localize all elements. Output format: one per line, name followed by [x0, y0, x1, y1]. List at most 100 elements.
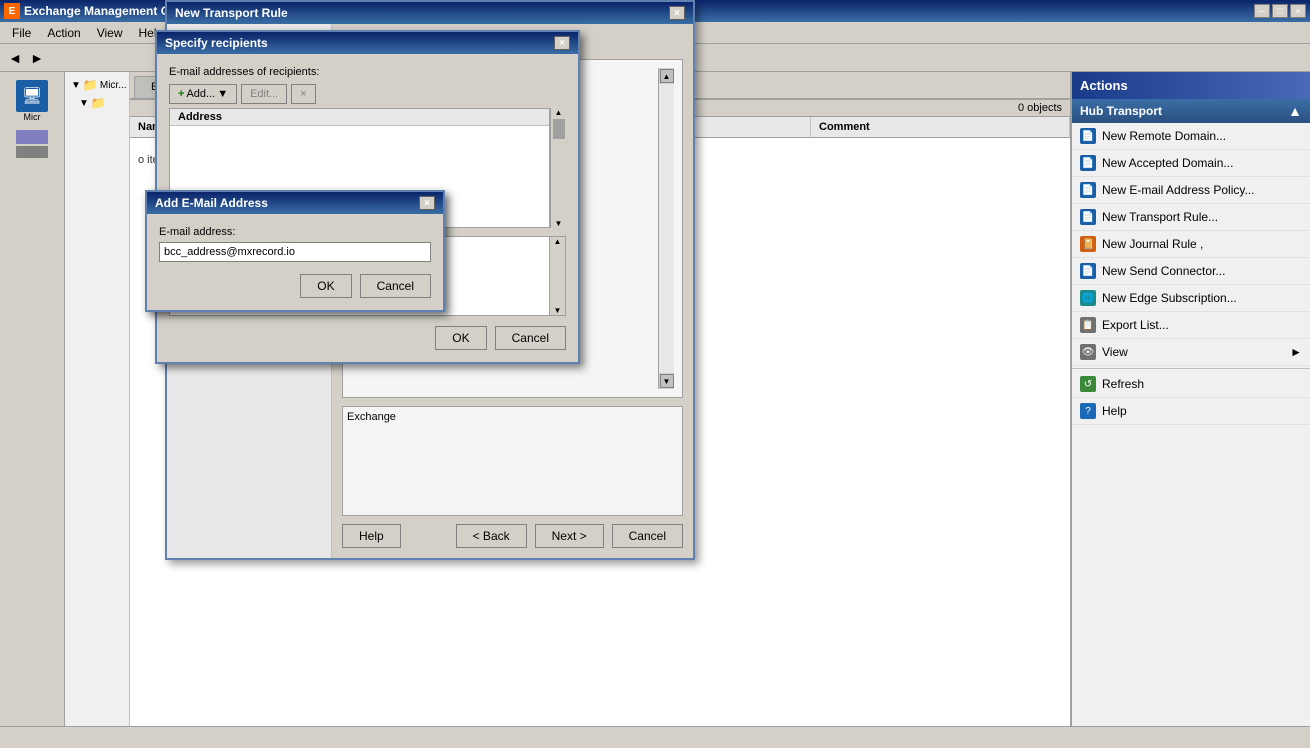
action-view[interactable]: 👁 View ► [1072, 339, 1310, 366]
action-new-accepted-domain-label: New Accepted Domain... [1102, 156, 1233, 170]
title-bar-buttons: ─ □ × [1254, 4, 1306, 18]
back-button[interactable]: ◄ [4, 47, 26, 69]
add-btn-label: Add... [186, 88, 215, 100]
menu-view[interactable]: View [89, 24, 131, 42]
action-new-journal-rule[interactable]: 📔 New Journal Rule , [1072, 231, 1310, 258]
view-icon: 👁 [1080, 344, 1096, 360]
specify-add-button[interactable]: + Add... ▼ [169, 84, 237, 104]
action-export-list-label: Export List... [1102, 318, 1169, 332]
scroll-down-btn[interactable]: ▼ [660, 374, 674, 388]
specify-bottom-scrollbar[interactable]: ▲ ▼ [549, 237, 565, 315]
close-button[interactable]: × [1290, 4, 1306, 18]
email-dialog-close-button[interactable]: × [419, 196, 435, 210]
column-comment: Comment [811, 117, 1070, 137]
email-input-field[interactable] [159, 242, 431, 262]
new-send-connector-icon: 📄 [1080, 263, 1096, 279]
new-accepted-domain-icon: 📄 [1080, 155, 1096, 171]
tree-item-child[interactable]: ▼ 📁 [77, 94, 125, 112]
status-bar [0, 726, 1310, 748]
bottom-scroll-up[interactable]: ▲ [554, 237, 562, 246]
actions-subheader: Hub Transport ▲ [1072, 99, 1310, 123]
specify-toolbar: + Add... ▼ Edit... × [169, 84, 566, 104]
email-field-label: E-mail address: [159, 226, 431, 238]
actions-panel: Actions Hub Transport ▲ 📄 New Remote Dom… [1070, 72, 1310, 726]
action-refresh-label: Refresh [1102, 377, 1144, 391]
address-scrollbar[interactable]: ▲ ▼ [550, 108, 566, 228]
objects-count: 0 objects [1018, 102, 1062, 114]
action-view-label: View [1102, 345, 1128, 359]
action-new-transport-rule[interactable]: 📄 New Transport Rule... [1072, 204, 1310, 231]
specify-ok-button[interactable]: OK [435, 326, 486, 350]
action-new-send-connector[interactable]: 📄 New Send Connector... [1072, 258, 1310, 285]
specify-buttons: OK Cancel [169, 326, 566, 350]
action-new-edge-subscription[interactable]: 🌐 New Edge Subscription... [1072, 285, 1310, 312]
menu-action[interactable]: Action [39, 24, 88, 42]
tree-item-root[interactable]: ▼ 📁 Micr... [69, 76, 125, 94]
action-new-email-policy-label: New E-mail Address Policy... [1102, 183, 1255, 197]
addr-scroll-down[interactable]: ▼ [555, 219, 563, 228]
console-tree: ▼ 📁 Micr... ▼ 📁 [65, 72, 130, 726]
specify-body-label: E-mail addresses of recipients: [169, 66, 566, 78]
scroll-up-btn[interactable]: ▲ [660, 69, 674, 83]
email-ok-button[interactable]: OK [300, 274, 351, 298]
transport-dialog-close-button[interactable]: × [669, 6, 685, 20]
sidebar: 🖥 Micr [0, 72, 65, 726]
action-help[interactable]: ? Help [1072, 398, 1310, 425]
exchange-mention: Exchange [347, 411, 396, 423]
email-dialog-buttons: OK Cancel [159, 274, 431, 298]
action-export-list[interactable]: 📋 Export List... [1072, 312, 1310, 339]
actions-subheader-label: Hub Transport [1080, 104, 1162, 118]
action-new-journal-rule-label: New Journal Rule , [1102, 237, 1203, 251]
sidebar-main-label: Micr [24, 112, 41, 122]
specify-edit-button[interactable]: Edit... [241, 84, 287, 104]
sidebar-sub-icon1 [16, 130, 48, 144]
specify-dialog-close-button[interactable]: × [554, 36, 570, 50]
bottom-scroll-down[interactable]: ▼ [554, 306, 562, 315]
minimize-button[interactable]: ─ [1254, 4, 1270, 18]
sidebar-item-main[interactable]: 🖥 Micr [5, 76, 60, 126]
wizard-help-button[interactable]: Help [342, 524, 401, 548]
new-email-policy-icon: 📄 [1080, 182, 1096, 198]
action-help-label: Help [1102, 404, 1127, 418]
export-list-icon: 📋 [1080, 317, 1096, 333]
wizard-cancel-button[interactable]: Cancel [612, 524, 683, 548]
wizard-buttons: Help < Back Next > Cancel [342, 524, 683, 548]
add-plus-icon: + [178, 88, 184, 100]
specify-dialog-title-text: Specify recipients [165, 36, 268, 50]
action-new-email-policy[interactable]: 📄 New E-mail Address Policy... [1072, 177, 1310, 204]
wizard-next-button[interactable]: Next > [535, 524, 604, 548]
sidebar-main-icon: 🖥 [16, 80, 48, 112]
new-edge-subscription-icon: 🌐 [1080, 290, 1096, 306]
maximize-button[interactable]: □ [1272, 4, 1288, 18]
add-email-dialog: Add E-Mail Address × E-mail address: OK … [145, 190, 445, 312]
address-column-header: Address [170, 109, 549, 126]
wizard-description-area: Exchange [342, 406, 683, 516]
help-icon: ? [1080, 403, 1096, 419]
email-dialog-title-text: Add E-Mail Address [155, 196, 268, 210]
email-dialog-title: Add E-Mail Address × [147, 192, 443, 214]
app-icon: E [4, 3, 20, 19]
actions-subheader-arrow: ▲ [1288, 103, 1302, 119]
forward-button[interactable]: ► [26, 47, 48, 69]
specify-remove-button[interactable]: × [291, 84, 315, 104]
email-dialog-body: E-mail address: OK Cancel [147, 214, 443, 310]
menu-file[interactable]: File [4, 24, 39, 42]
specify-dialog-title: Specify recipients × [157, 32, 578, 54]
addr-scroll-up[interactable]: ▲ [555, 108, 563, 117]
new-transport-rule-icon: 📄 [1080, 209, 1096, 225]
action-refresh[interactable]: ↺ Refresh [1072, 371, 1310, 398]
new-journal-rule-icon: 📔 [1080, 236, 1096, 252]
action-new-remote-domain[interactable]: 📄 New Remote Domain... [1072, 123, 1310, 150]
email-cancel-button[interactable]: Cancel [360, 274, 431, 298]
new-remote-domain-icon: 📄 [1080, 128, 1096, 144]
actions-header: Actions [1072, 72, 1310, 99]
wizard-scrollbar[interactable]: ▲ ▼ [658, 68, 674, 389]
action-new-transport-rule-label: New Transport Rule... [1102, 210, 1218, 224]
wizard-back-button[interactable]: < Back [456, 524, 527, 548]
add-dropdown-arrow: ▼ [217, 88, 228, 100]
transport-dialog-title: New Transport Rule × [167, 2, 693, 24]
addr-scroll-thumb[interactable] [553, 119, 565, 139]
refresh-icon: ↺ [1080, 376, 1096, 392]
specify-cancel-button[interactable]: Cancel [495, 326, 566, 350]
action-new-accepted-domain[interactable]: 📄 New Accepted Domain... [1072, 150, 1310, 177]
